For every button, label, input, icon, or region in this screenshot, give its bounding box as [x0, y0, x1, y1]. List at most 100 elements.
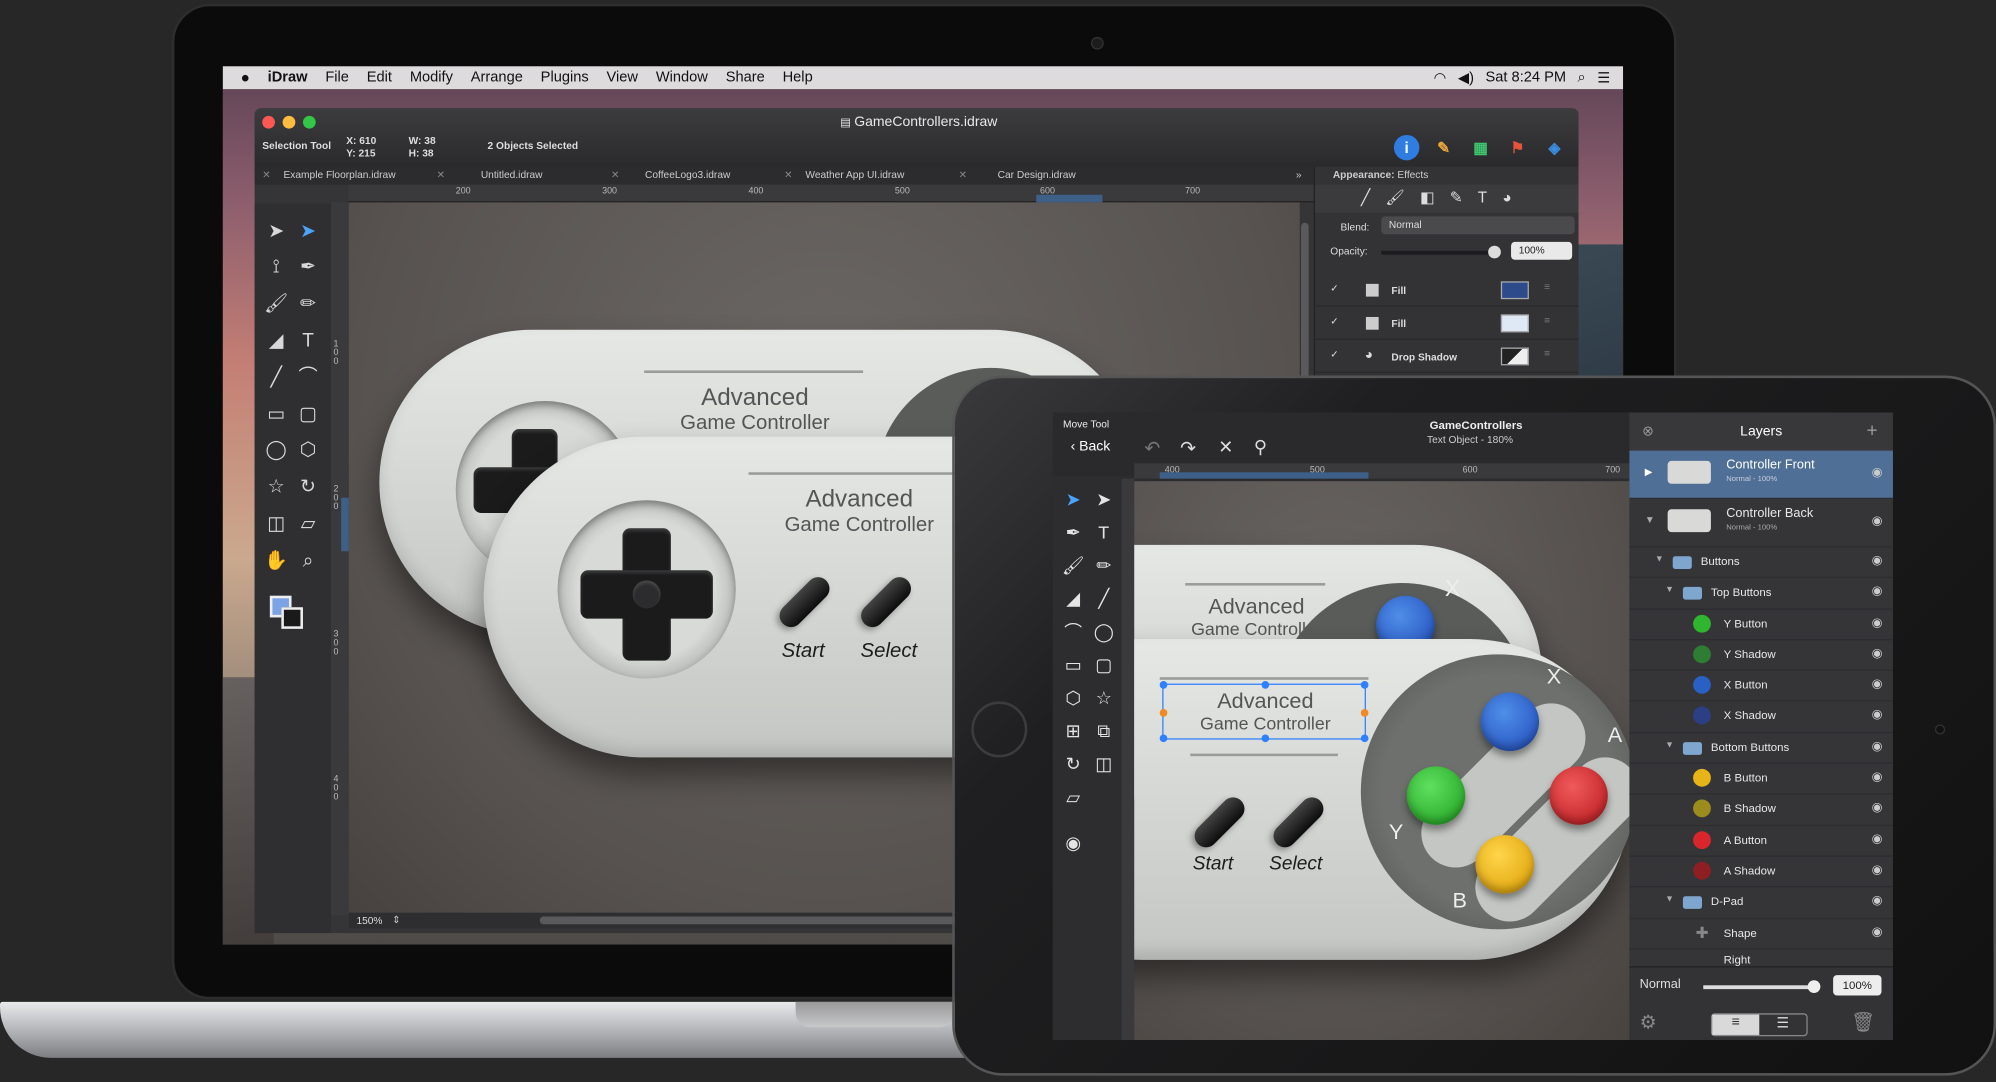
x-button[interactable] [1480, 692, 1540, 752]
visibility-eye-icon[interactable]: ◉ [1872, 708, 1883, 722]
visibility-eye-icon[interactable]: ◉ [1872, 616, 1883, 630]
menu-file[interactable]: File [316, 66, 357, 89]
detail-view-icon[interactable]: ☰ [1759, 1015, 1806, 1035]
disclosure-icon[interactable]: ▼ [1645, 514, 1655, 525]
checkbox[interactable]: ✓ [1330, 316, 1339, 327]
scrollbar-thumb[interactable] [539, 916, 960, 925]
color-swatch[interactable] [1500, 281, 1529, 300]
pencil-icon[interactable]: ✎ [1450, 188, 1463, 208]
direct-select-icon[interactable]: ➤ [293, 216, 324, 247]
menu-app[interactable]: iDraw [259, 66, 317, 89]
view-mode-toggle[interactable]: ≡ ☰ [1710, 1013, 1808, 1037]
attach-icon[interactable]: ⚲ [1254, 437, 1267, 459]
tab-example-floorplan[interactable]: ✕ Example Floorplan.idraw [262, 169, 395, 180]
style-icon[interactable]: ⚑ [1505, 135, 1530, 160]
layer-y-button[interactable]: Y Button ◉ [1629, 609, 1893, 641]
menu-modify[interactable]: Modify [401, 66, 462, 89]
selection-handle[interactable] [1159, 681, 1168, 689]
visibility-eye-icon[interactable]: ◉ [1872, 801, 1883, 815]
ellipse-tool-icon[interactable]: ◯ [261, 435, 292, 466]
tab-car-design[interactable]: ✕ Car Design.idraw [959, 169, 1076, 180]
opacity-slider-knob[interactable] [1488, 245, 1501, 259]
y-button[interactable] [1406, 766, 1466, 825]
home-button[interactable] [971, 701, 1028, 758]
tab-weather-app[interactable]: ✕ Weather App UI.idraw [784, 169, 904, 180]
effect-row-drop-shadow[interactable]: ✓ ◕ Drop Shadow ≡ [1315, 340, 1579, 373]
arc-tool-icon[interactable]: ⌒ [293, 363, 324, 394]
rounded-rect-tool-icon[interactable]: ▢ [293, 400, 324, 431]
polygon-tool-icon[interactable]: ⬡ [1060, 685, 1085, 710]
brush-tool-icon[interactable]: 🖌 [261, 289, 292, 320]
menu-plugins[interactable]: Plugins [532, 66, 598, 89]
selection-handle[interactable] [1360, 681, 1369, 689]
controller-front[interactable]: Advanced Game Controller Start Select X … [1134, 639, 1630, 960]
color-fill-icon[interactable]: ◉ [1060, 830, 1085, 855]
stroke-icon[interactable]: ╱ [1361, 188, 1370, 208]
back-button[interactable]: ‹ Back [1071, 439, 1111, 454]
close-icon[interactable]: ✕ [784, 169, 793, 180]
star-tool-icon[interactable]: ☆ [261, 472, 292, 503]
visibility-eye-icon[interactable]: ◉ [1872, 832, 1883, 846]
pencil-tool-icon[interactable]: ✏ [1091, 552, 1116, 577]
menu-window[interactable]: Window [647, 66, 717, 89]
visibility-eye-icon[interactable]: ◉ [1872, 585, 1883, 599]
rectangle-tool-icon[interactable]: ▭ [1060, 652, 1085, 677]
pencil-tool-icon[interactable]: ✏ [293, 289, 324, 320]
blend-select[interactable]: Normal [1381, 216, 1575, 235]
visibility-eye-icon[interactable]: ◉ [1872, 466, 1883, 480]
apple-icon[interactable]: ● [223, 66, 259, 89]
effect-row-fill[interactable]: ✓ Fill ≡ [1315, 307, 1579, 340]
visibility-eye-icon[interactable]: ◉ [1872, 739, 1883, 753]
close-icon[interactable]: ✕ [959, 169, 968, 180]
trash-icon[interactable]: 🗑 [1851, 1011, 1875, 1034]
spiral-tool-icon[interactable]: ↻ [1060, 751, 1085, 776]
ipad-canvas[interactable]: Advanced Game Controller X Advanced Game… [1134, 481, 1630, 1041]
menu-arrange[interactable]: Arrange [462, 66, 532, 89]
layer-controller-back[interactable]: ▼ Controller Back Normal - 100% ◉ [1629, 499, 1893, 548]
zoom-stepper-icon[interactable]: ⇕ [392, 914, 401, 925]
close-icon[interactable]: ⊗ [1642, 412, 1654, 450]
layer-a-button[interactable]: A Button ◉ [1629, 826, 1893, 857]
select-arrow-icon[interactable]: ➤ [261, 216, 292, 247]
zoom-button[interactable] [302, 115, 316, 129]
a-button[interactable] [1549, 766, 1608, 825]
list-view-icon[interactable]: ≡ [1712, 1014, 1760, 1035]
anchor-tool-icon[interactable]: ⟟ [261, 252, 292, 283]
skew-tool-icon[interactable]: ▱ [1060, 784, 1085, 809]
arc-tool-icon[interactable]: ⌒ [1060, 619, 1085, 644]
spotlight-icon[interactable]: ⌕ [1578, 69, 1586, 86]
wifi-icon[interactable]: ◠ [1434, 69, 1447, 86]
fill-icon[interactable]: ◧ [1420, 188, 1434, 208]
star-tool-icon[interactable]: ☆ [1091, 685, 1116, 710]
tab-overflow-icon[interactable]: » [1296, 169, 1302, 180]
layer-x-button[interactable]: X Button ◉ [1629, 671, 1893, 703]
artboard-tool-icon[interactable]: ◫ [261, 509, 292, 540]
layer-opacity-slider[interactable] [1703, 985, 1816, 990]
cut-icon[interactable]: ✕ [1218, 437, 1233, 459]
shadow-icon[interactable]: ◕ [1502, 188, 1511, 208]
layer-shape[interactable]: ✚ Shape ◉ [1629, 919, 1893, 950]
direct-select-icon[interactable]: ➤ [1091, 486, 1116, 511]
line-tool-icon[interactable]: ╱ [261, 363, 292, 394]
minimize-button[interactable] [282, 115, 296, 129]
layer-group-bottom-buttons[interactable]: ▼ Bottom Buttons ◉ [1629, 733, 1893, 764]
layers-icon[interactable]: ◈ [1542, 135, 1567, 160]
text-icon[interactable]: T [1478, 188, 1487, 208]
settings-gear-icon[interactable]: ⚙ [1640, 1011, 1657, 1034]
visibility-eye-icon[interactable]: ◉ [1872, 863, 1883, 877]
grid-tool-icon[interactable]: ⊞ [1060, 718, 1085, 743]
clock[interactable]: Sat 8:24 PM [1486, 70, 1567, 85]
tab-untitled[interactable]: ✕ Untitled.idraw [437, 169, 543, 180]
checkbox[interactable]: ✓ [1330, 283, 1339, 294]
selected-text-object[interactable]: Advanced Game Controller [1159, 681, 1369, 743]
line-tool-icon[interactable]: ╱ [1091, 586, 1116, 611]
color-swatch[interactable] [1500, 314, 1529, 333]
drag-handle-icon[interactable]: ≡ [1544, 314, 1550, 325]
selection-handle[interactable] [1261, 681, 1270, 689]
close-button[interactable] [262, 115, 275, 129]
visibility-eye-icon[interactable]: ◉ [1872, 677, 1883, 691]
pen-tool-icon[interactable]: ✒ [293, 252, 324, 283]
disclosure-icon[interactable]: ▼ [1665, 741, 1674, 750]
start-button[interactable] [1189, 792, 1250, 853]
skew-tool-icon[interactable]: ▱ [293, 509, 324, 540]
